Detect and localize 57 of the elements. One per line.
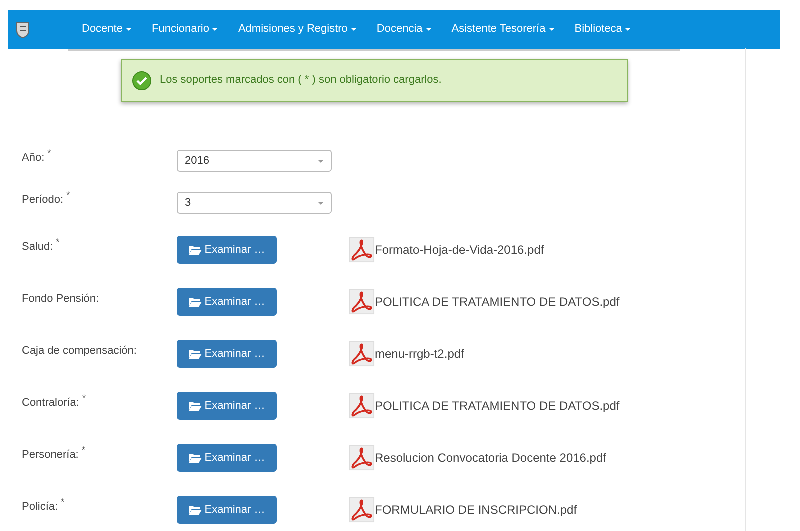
folder-icon <box>188 505 202 515</box>
pdf-icon <box>349 341 375 367</box>
folder-icon <box>188 245 202 255</box>
nav-menu-item[interactable]: Funcionario <box>152 21 210 38</box>
file-name: menu-rrgb-t2.pdf <box>375 346 464 363</box>
file-name: FORMULARIO DE INSCRIPCION.pdf <box>375 502 578 519</box>
field-label: Fondo Pensión: <box>22 292 100 307</box>
nav-menu-item[interactable]: Admisiones y Registro <box>238 21 348 38</box>
file-name: POLITICA DE TRATAMIENTO DE DATOS.pdf <box>375 398 620 415</box>
browse-button[interactable]: Examinar … <box>177 340 277 368</box>
caret-icon <box>426 28 432 31</box>
browse-button[interactable]: Examinar … <box>177 236 277 264</box>
folder-icon <box>188 401 202 411</box>
alert-text: Los soportes marcados con ( * ) son obligatorio cargarlos. <box>160 73 442 88</box>
select-field[interactable]: 2016 <box>177 150 332 172</box>
caret-icon <box>126 28 132 31</box>
browse-button[interactable]: Examinar … <box>177 496 277 524</box>
pdf-icon <box>349 237 375 263</box>
field-label: Personería: <box>22 448 79 463</box>
crest-logo-icon <box>16 20 30 38</box>
field-label: Salud: <box>22 240 54 255</box>
field-label: Año: <box>22 150 45 166</box>
check-circle-icon <box>132 70 152 90</box>
required-mark: * <box>82 444 86 457</box>
caret-icon <box>548 28 555 31</box>
pdf-icon <box>349 497 375 523</box>
field-label: Contraloría: <box>22 396 80 411</box>
select-field[interactable]: 3 <box>177 192 332 214</box>
nav-menu-item[interactable]: Asistente Tesorería <box>452 21 546 38</box>
pdf-icon <box>349 393 375 419</box>
folder-icon <box>188 453 202 463</box>
nav-menu-item[interactable]: Biblioteca <box>574 21 622 38</box>
browse-button[interactable]: Examinar … <box>177 444 277 472</box>
folder-icon <box>188 349 202 359</box>
field-label: Período: <box>22 192 64 208</box>
file-name: Resolucion Convocatoria Docente 2016.pdf <box>375 450 606 467</box>
folder-icon <box>188 297 202 307</box>
caret-icon <box>625 28 632 31</box>
caret-icon <box>318 160 324 162</box>
required-mark: * <box>66 188 70 202</box>
required-mark: * <box>61 496 65 509</box>
file-name: POLITICA DE TRATAMIENTO DE DATOS.pdf <box>375 294 620 311</box>
pdf-icon <box>349 289 375 315</box>
nav-menu-item[interactable]: Docencia <box>376 21 423 38</box>
nav-menu-item[interactable]: Docente <box>82 21 123 38</box>
field-label: Policía: <box>22 500 58 515</box>
field-label: Caja de compensación: <box>22 344 137 359</box>
caret-icon <box>318 202 324 204</box>
required-mark: * <box>48 146 52 160</box>
browse-button[interactable]: Examinar … <box>177 392 277 420</box>
caret-icon <box>350 28 357 31</box>
file-name: Formato-Hoja-de-Vida-2016.pdf <box>375 242 544 259</box>
pdf-icon <box>349 445 375 471</box>
browse-button[interactable]: Examinar … <box>177 288 277 316</box>
required-mark: * <box>82 392 86 405</box>
required-mark: * <box>56 236 60 249</box>
caret-icon <box>212 28 218 31</box>
